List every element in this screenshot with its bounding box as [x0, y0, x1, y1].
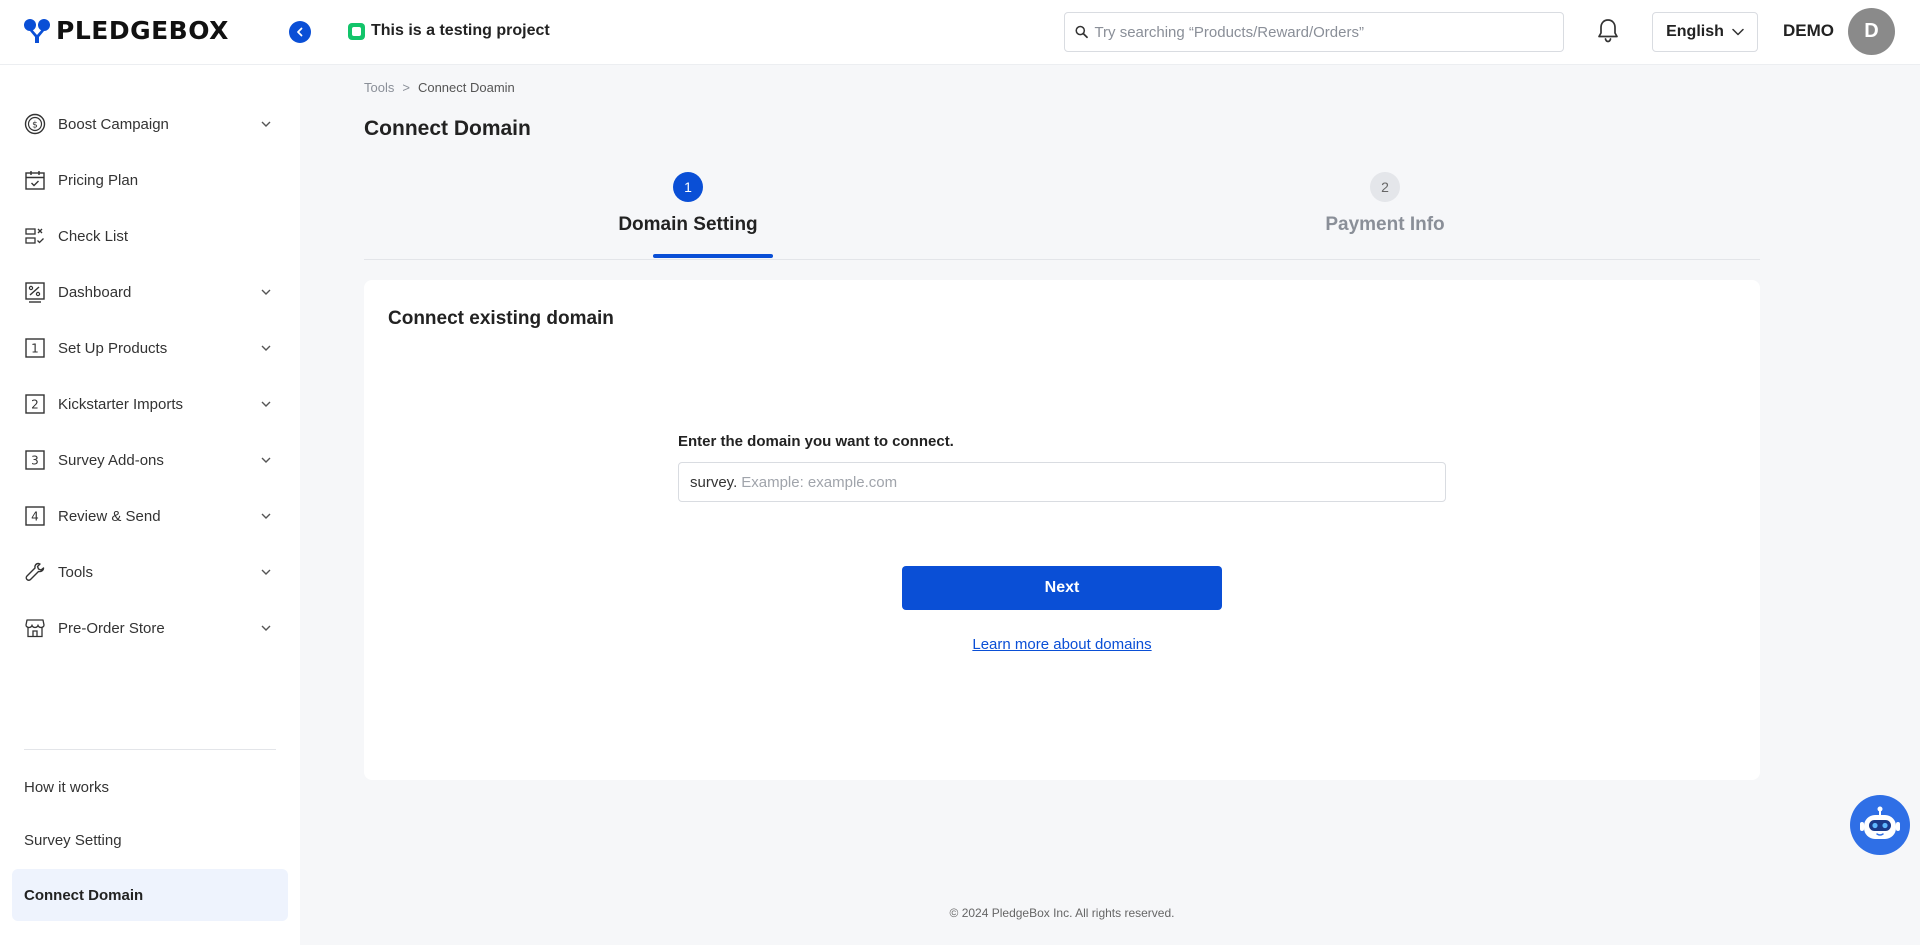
sidebar-item-label: Pre-Order Store	[58, 619, 165, 637]
domain-input[interactable]	[741, 473, 1434, 491]
domain-prefix: survey.	[690, 473, 738, 491]
how-it-works-link[interactable]: How it works	[24, 779, 109, 796]
connect-domain-label: Connect Domain	[24, 886, 144, 904]
checklist-icon	[24, 225, 46, 247]
bell-icon	[1598, 19, 1618, 43]
pledgebox-logo-icon	[24, 18, 50, 43]
chevron-down-icon	[261, 121, 271, 127]
avatar[interactable]: D	[1848, 8, 1895, 55]
active-step-indicator	[653, 254, 773, 258]
sidebar: $ Boost Campaign Pricing Plan Check List…	[0, 64, 300, 945]
chevron-down-icon	[261, 513, 271, 519]
sidebar-item-pricing-plan[interactable]: Pricing Plan	[24, 160, 276, 200]
sidebar-item-label: Pricing Plan	[58, 171, 139, 189]
sidebar-item-set-up-products[interactable]: 1 Set Up Products	[24, 328, 276, 368]
step-label: Payment Info	[1325, 214, 1445, 235]
survey-setting-link[interactable]: Survey Setting	[24, 832, 122, 849]
language-select[interactable]: English	[1652, 12, 1758, 52]
chevron-down-icon	[261, 289, 271, 295]
stepper: 1 Domain Setting 2 Payment Info	[364, 172, 1760, 260]
chevron-down-icon	[261, 401, 271, 407]
breadcrumb-separator: >	[402, 80, 410, 95]
svg-text:2: 2	[31, 398, 39, 412]
sidebar-divider	[24, 749, 276, 750]
search-icon	[1075, 25, 1088, 39]
dollar-circle-icon: $	[24, 113, 46, 135]
domain-field-label: Enter the domain you want to connect.	[678, 433, 954, 450]
collapse-sidebar-button[interactable]	[289, 21, 311, 43]
card-title: Connect existing domain	[388, 308, 614, 329]
sidebar-item-label: Dashboard	[58, 283, 132, 301]
breadcrumb-tools-link[interactable]: Tools	[364, 80, 394, 95]
breadcrumb-current: Connect Doamin	[417, 80, 515, 95]
sidebar-item-review-send[interactable]: 4 Review & Send	[24, 496, 276, 536]
sidebar-item-label: Tools	[58, 563, 94, 581]
step-1-icon: 1	[24, 337, 46, 359]
sidebar-item-kickstarter-imports[interactable]: 2 Kickstarter Imports	[24, 384, 276, 424]
language-label: English	[1666, 23, 1724, 40]
percent-chart-icon	[24, 281, 46, 303]
sidebar-item-label: Survey Add-ons	[58, 451, 164, 469]
step-number: 1	[673, 172, 703, 202]
chevron-down-icon	[261, 625, 271, 631]
next-button[interactable]: Next	[902, 566, 1222, 610]
svg-text:4: 4	[31, 510, 39, 524]
logo[interactable]: PLEDGEBOX	[24, 16, 229, 45]
sidebar-item-label: Kickstarter Imports	[58, 395, 184, 413]
chevron-down-icon	[261, 457, 271, 463]
sidebar-item-pre-order-store[interactable]: Pre-Order Store	[24, 608, 276, 648]
step-4-icon: 4	[24, 505, 46, 527]
robot-icon	[1860, 806, 1900, 839]
connect-domain-link[interactable]: Connect Domain	[12, 869, 288, 921]
logo-text: PLEDGEBOX	[56, 16, 229, 45]
global-search[interactable]	[1064, 12, 1564, 52]
store-icon	[24, 617, 46, 639]
svg-text:3: 3	[31, 454, 39, 468]
sidebar-item-boost-campaign[interactable]: $ Boost Campaign	[24, 104, 276, 144]
sidebar-item-check-list[interactable]: Check List	[24, 216, 276, 256]
sidebar-item-survey-add-ons[interactable]: 3 Survey Add-ons	[24, 440, 276, 480]
calendar-check-icon	[24, 169, 46, 191]
footer-copyright: © 2024 PledgeBox Inc. All rights reserve…	[949, 906, 1175, 920]
chevron-down-icon	[261, 345, 271, 351]
page-title: Connect Domain	[364, 117, 531, 140]
connect-domain-card: Connect existing domain Enter the domain…	[364, 280, 1760, 780]
user-name[interactable]: DEMO	[1783, 21, 1834, 41]
sidebar-item-label: Check List	[58, 227, 129, 245]
chevron-down-icon	[1732, 28, 1744, 36]
search-input[interactable]	[1094, 23, 1553, 41]
wrench-icon	[24, 561, 46, 583]
project-status-icon	[348, 22, 365, 40]
step-domain-setting[interactable]: 1 Domain Setting	[613, 172, 763, 236]
chevron-left-icon	[297, 27, 303, 37]
step-2-icon: 2	[24, 393, 46, 415]
testing-project-badge: This is a testing project	[348, 22, 550, 40]
sidebar-item-label: Review & Send	[58, 507, 161, 525]
notifications-button[interactable]	[1596, 18, 1620, 44]
domain-field[interactable]: survey.	[678, 462, 1446, 502]
step-payment-info[interactable]: 2 Payment Info	[1310, 172, 1460, 236]
step-3-icon: 3	[24, 449, 46, 471]
breadcrumb: Tools > Connect Doamin	[364, 80, 515, 95]
chevron-down-icon	[261, 569, 271, 575]
svg-text:$: $	[32, 121, 38, 131]
step-label: Domain Setting	[618, 214, 758, 235]
svg-text:1: 1	[31, 342, 39, 356]
learn-more-row: Learn more about domains	[364, 636, 1760, 653]
chat-assistant-button[interactable]	[1850, 795, 1910, 855]
top-header: PLEDGEBOX This is a testing project Engl…	[0, 0, 1920, 64]
sidebar-item-label: Set Up Products	[58, 339, 168, 357]
sidebar-item-dashboard[interactable]: Dashboard	[24, 272, 276, 312]
step-number: 2	[1370, 172, 1400, 202]
sidebar-item-tools[interactable]: Tools	[24, 552, 276, 592]
sidebar-item-label: Boost Campaign	[58, 115, 169, 133]
testing-project-label: This is a testing project	[371, 22, 550, 39]
learn-more-link[interactable]: Learn more about domains	[972, 636, 1151, 653]
